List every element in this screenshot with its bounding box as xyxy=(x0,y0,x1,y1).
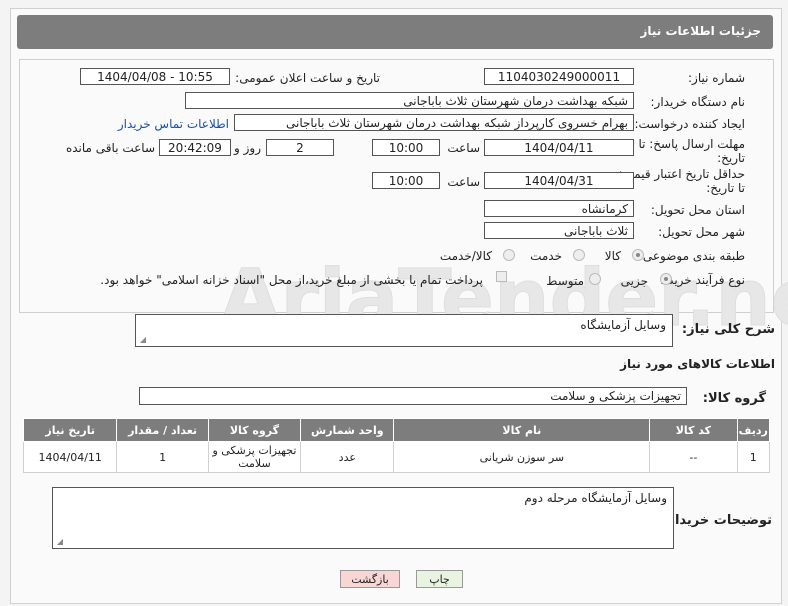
treasury-note: پرداخت تمام یا بخشی از مبلغ خرید،از محل … xyxy=(100,273,483,287)
col-header-date: تاریخ نیاز xyxy=(22,418,118,442)
description-field[interactable]: وسایل آزمایشگاه ◢ xyxy=(135,314,673,347)
category-radio-goods-service[interactable] xyxy=(503,249,515,261)
buyer-notes-field[interactable]: وسایل آزمایشگاه مرحله دوم ◢ xyxy=(52,487,674,549)
remaining-time-field: 20:42:09 xyxy=(159,139,231,156)
need-number-label: شماره نیاز: xyxy=(688,71,745,85)
category-radio-service[interactable] xyxy=(573,249,585,261)
cell-code: -- xyxy=(649,441,738,473)
cell-name: سر سوزن شریانی xyxy=(393,441,651,473)
deadline-time-label: ساعت xyxy=(447,141,480,155)
process-radio-minor[interactable] xyxy=(660,273,672,285)
col-header-name: نام کالا xyxy=(393,418,651,442)
buyer-org-field: شبکه بهداشت درمان شهرستان ثلاث باباجانی xyxy=(185,92,634,109)
process-type-label: نوع فرآیند خرید : xyxy=(660,273,745,287)
deadline-label-date: تاریخ: xyxy=(717,151,745,165)
cell-group: تجهیزات پزشکی و سلامت xyxy=(207,441,302,473)
announce-field: 1404/04/08 - 10:55 xyxy=(80,68,230,85)
city-field: ثلاث باباجانی xyxy=(484,222,634,239)
col-header-row-num: ردیف xyxy=(736,418,771,442)
col-header-qty: تعداد / مقدار xyxy=(116,418,209,442)
back-button[interactable]: بازگشت xyxy=(340,570,400,588)
cell-qty: 1 xyxy=(116,441,209,473)
deadline-time-field: 10:00 xyxy=(372,139,440,156)
resize-grip-icon[interactable]: ◢ xyxy=(138,336,146,344)
category-option-goods: کالا xyxy=(604,249,621,263)
col-header-code: کد کالا xyxy=(649,418,738,442)
table-row: 1 -- سر سوزن شریانی عدد تجهیزات پزشکی و … xyxy=(22,441,771,473)
goods-group-label: گروه کالا: xyxy=(702,391,766,406)
city-label: شهر محل تحویل: xyxy=(658,225,745,239)
goods-group-field: تجهیزات پزشکی و سلامت xyxy=(139,387,687,405)
deadline-date-field: 1404/04/11 xyxy=(484,139,634,156)
goods-table: ردیف کد کالا نام کالا واحد شمارش گروه کا… xyxy=(22,418,771,473)
buyer-org-label: نام دستگاه خریدار: xyxy=(650,95,746,109)
cell-date: 1404/04/11 xyxy=(22,441,118,473)
creator-label: ایجاد کننده درخواست: xyxy=(634,117,745,131)
page-header: جزئیات اطلاعات نیاز xyxy=(17,15,773,49)
treasury-checkbox[interactable] xyxy=(496,271,507,282)
price-time-label: ساعت xyxy=(447,175,480,189)
category-label: طبقه بندی موضوعی: xyxy=(638,249,745,263)
table-header-row: ردیف کد کالا نام کالا واحد شمارش گروه کا… xyxy=(22,418,771,442)
process-option-medium: متوسط xyxy=(546,274,584,288)
remaining-label: ساعت باقی مانده xyxy=(65,141,155,155)
buyer-notes-label: توضیحات خریدار: xyxy=(662,513,772,528)
goods-info-title: اطلاعات کالاهای مورد نیاز xyxy=(620,357,775,371)
cell-unit: عدد xyxy=(300,441,395,473)
need-number-field: 1104030249000011 xyxy=(484,68,634,85)
price-time-field: 10:00 xyxy=(372,172,440,189)
announce-label: تاریخ و ساعت اعلان عمومی: xyxy=(235,71,380,85)
col-header-unit: واحد شمارش xyxy=(300,418,395,442)
process-radio-medium[interactable] xyxy=(589,273,601,285)
days-field: 2 xyxy=(266,139,334,156)
price-validity-label: حداقل تاریخ اعتبار قیمت: xyxy=(618,167,745,181)
print-button[interactable]: چاپ xyxy=(416,570,463,588)
cell-row-num: 1 xyxy=(736,441,771,473)
col-header-group: گروه کالا xyxy=(207,418,302,442)
category-option-service: خدمت xyxy=(530,249,562,263)
resize-grip-icon[interactable]: ◢ xyxy=(55,538,63,546)
days-label: روز و xyxy=(234,141,261,155)
category-option-goods-service: کالا/خدمت xyxy=(439,249,492,263)
category-radio-goods[interactable] xyxy=(632,249,644,261)
process-option-minor: جزیی xyxy=(620,274,648,288)
description-text: وسایل آزمایشگاه xyxy=(580,318,666,332)
buyer-notes-text: وسایل آزمایشگاه مرحله دوم xyxy=(524,491,667,505)
province-label: استان محل تحویل: xyxy=(650,203,745,217)
deadline-label: مهلت ارسال پاسخ: تا xyxy=(638,137,745,151)
creator-field: بهرام خسروی کارپرداز شبکه بهداشت درمان ش… xyxy=(234,114,634,131)
price-date-field: 1404/04/31 xyxy=(484,172,634,189)
contact-info-link[interactable]: اطلاعات تماس خریدار xyxy=(118,117,229,131)
page-title: جزئیات اطلاعات نیاز xyxy=(640,24,761,38)
price-validity-label-date: تا تاریخ: xyxy=(706,181,745,195)
province-field: کرمانشاه xyxy=(484,200,634,217)
description-label: شرح کلی نیاز: xyxy=(681,322,775,337)
